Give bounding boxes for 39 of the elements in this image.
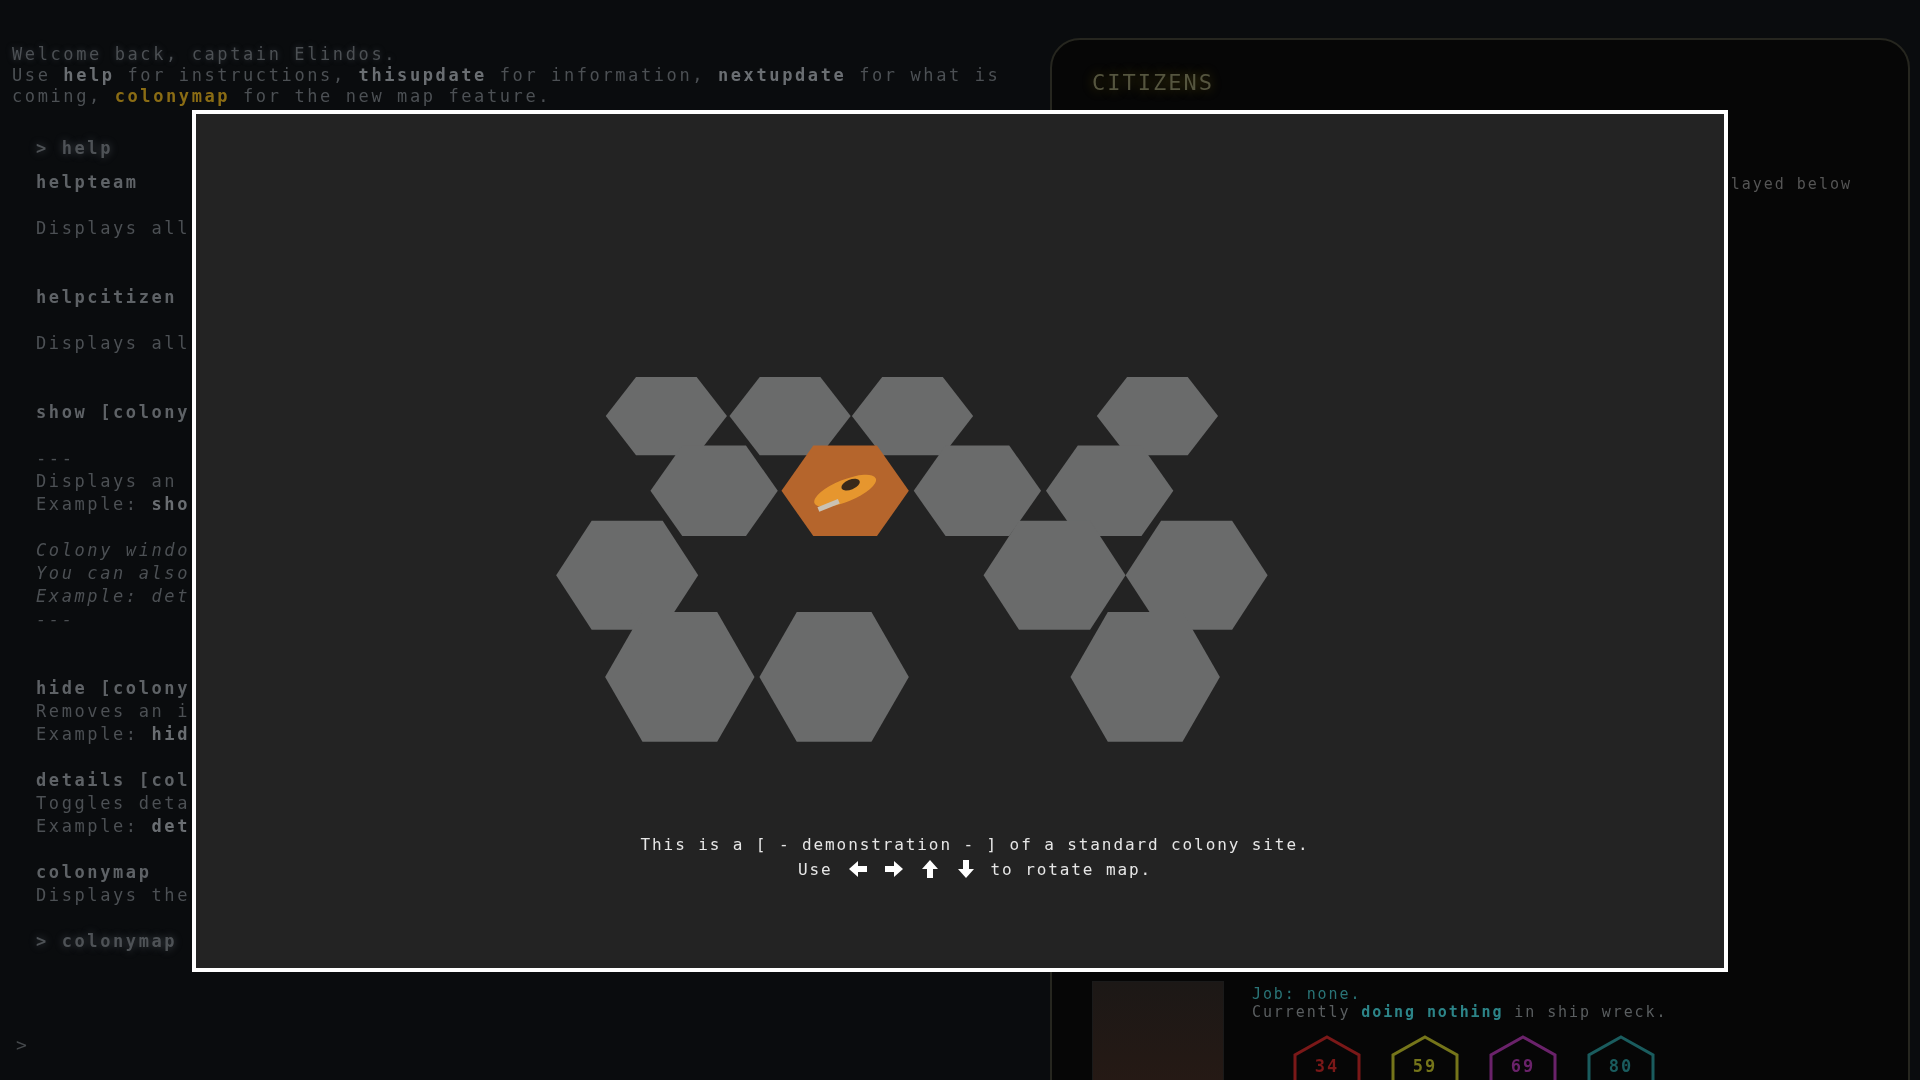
- help-text: Displays an: [36, 470, 178, 493]
- command-title: show [colony: [36, 401, 191, 424]
- stat-value: 69: [1510, 1057, 1536, 1075]
- command-title: helpcitizen: [36, 286, 178, 309]
- terminal-line: coming, colonymap for the new map feature.: [12, 86, 553, 107]
- command-prompt[interactable]: >: [12, 1033, 1040, 1056]
- command-echo: > colonymap: [36, 930, 178, 953]
- terminal-line: Welcome back, captain Elindos.: [12, 44, 399, 65]
- panel-note: layed below: [1730, 175, 1852, 193]
- help-text: Removes an i: [36, 700, 191, 723]
- help-text: You can also: [36, 562, 191, 585]
- help-text: Toggles deta: [36, 792, 191, 815]
- caption-text: Use: [797, 859, 833, 879]
- help-text: Example: det: [36, 585, 191, 608]
- command-link[interactable]: colonymap: [114, 86, 231, 106]
- caption-text: to rotate map.: [990, 859, 1153, 879]
- terminal-line: Use help for instructions, thisupdate for information, nextupdate for what is: [12, 65, 1002, 86]
- panel-title: CITIZENS: [1092, 70, 1214, 95]
- help-text: Example: hid: [36, 723, 191, 746]
- command-echo: > help: [36, 137, 113, 160]
- command-title: colonymap: [36, 861, 152, 884]
- help-text: Displays all: [36, 217, 191, 240]
- help-text: Colony windo: [36, 539, 191, 562]
- help-text: Example: det: [36, 815, 191, 838]
- help-text: ---: [36, 608, 75, 631]
- caption-text: This is a [ - demonstration - ] of a standard colony site.: [640, 835, 1310, 854]
- help-text: Displays the: [36, 884, 191, 907]
- stat-value: 59: [1412, 1057, 1438, 1075]
- stat-value: 34: [1314, 1057, 1340, 1075]
- citizen-job: Job: none.: [1252, 985, 1362, 1003]
- help-text: Example: sho: [36, 493, 191, 516]
- citizen-status: Currently doing nothing in ship wreck.: [1252, 1003, 1668, 1021]
- arrow-right-icon: [882, 858, 905, 880]
- command-title: helpteam: [36, 171, 139, 194]
- command-title: details [col: [36, 769, 191, 792]
- command-title: hide [colony: [36, 677, 191, 700]
- help-text: ---: [36, 447, 75, 470]
- stat-value: 80: [1608, 1057, 1634, 1075]
- help-text: Displays all: [36, 332, 191, 355]
